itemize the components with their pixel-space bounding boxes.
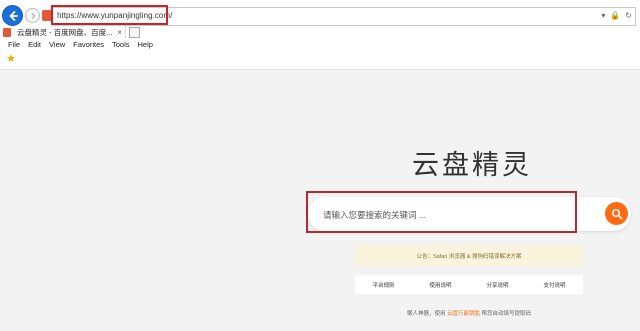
dropdown-icon[interactable]: ▾ <box>601 11 605 21</box>
menu-tools[interactable]: Tools <box>112 40 130 49</box>
browser-tab[interactable]: 云盘精灵 - 百度网盘、百度... × <box>0 26 126 39</box>
link-share-guide[interactable]: 分享说明 <box>486 281 508 289</box>
menu-favorites[interactable]: Favorites <box>73 40 104 49</box>
tab-title: 云盘精灵 - 百度网盘、百度... <box>17 28 113 37</box>
footer-accent-link[interactable]: 云盘万能钥匙 <box>447 311 480 317</box>
lock-icon[interactable]: 🔒 <box>610 11 620 21</box>
announcement-banner[interactable]: 公告：Safari 浏览器 & 搜狗码错误解决方案 <box>355 245 583 266</box>
search-highlight-box <box>306 191 577 233</box>
menu-file[interactable]: File <box>8 40 20 49</box>
search-button[interactable] <box>605 202 628 225</box>
menu-edit[interactable]: Edit <box>28 40 41 49</box>
site-logo: 云盘精灵 <box>412 150 532 181</box>
address-bar-icons: ▾ 🔒 ↻ <box>601 11 632 21</box>
menu-bar: File Edit View Favorites Tools Help <box>8 40 153 49</box>
footer-prefix: 懒人神器，使用 <box>406 311 446 317</box>
announcement-text[interactable]: 公告：Safari 浏览器 & 搜狗码错误解决方案 <box>416 252 521 260</box>
new-tab-button[interactable] <box>129 27 140 38</box>
tab-favicon-icon <box>3 28 11 37</box>
footer-suffix: 帮您自动填写提取码 <box>481 311 532 317</box>
tab-row: 云盘精灵 - 百度网盘、百度... × <box>0 26 640 39</box>
link-usage-guide[interactable]: 使用说明 <box>429 281 451 289</box>
link-platform-rules[interactable]: 平台规则 <box>372 281 394 289</box>
browser-chrome: https://www.yunpanjingling.com/ ▾ 🔒 ↻ 云盘… <box>0 0 640 70</box>
back-button[interactable] <box>2 5 23 26</box>
refresh-icon[interactable]: ↻ <box>625 11 632 21</box>
search-icon <box>611 208 622 219</box>
close-tab-icon[interactable]: × <box>117 28 122 37</box>
forward-arrow-icon <box>31 12 35 19</box>
forward-button[interactable] <box>25 8 40 23</box>
back-arrow-icon <box>9 10 18 21</box>
favorites-star-icon[interactable]: ★ <box>6 52 16 65</box>
menu-view[interactable]: View <box>49 40 65 49</box>
info-links: 平台规则 使用说明 分享说明 支付说明 <box>355 275 583 294</box>
footer-note: 懒人神器，使用 云盘万能钥匙 帮您自动填写提取码 <box>355 309 583 317</box>
menu-help[interactable]: Help <box>138 40 153 49</box>
link-payment-guide[interactable]: 支付说明 <box>543 281 565 289</box>
url-highlight-box <box>51 5 168 25</box>
